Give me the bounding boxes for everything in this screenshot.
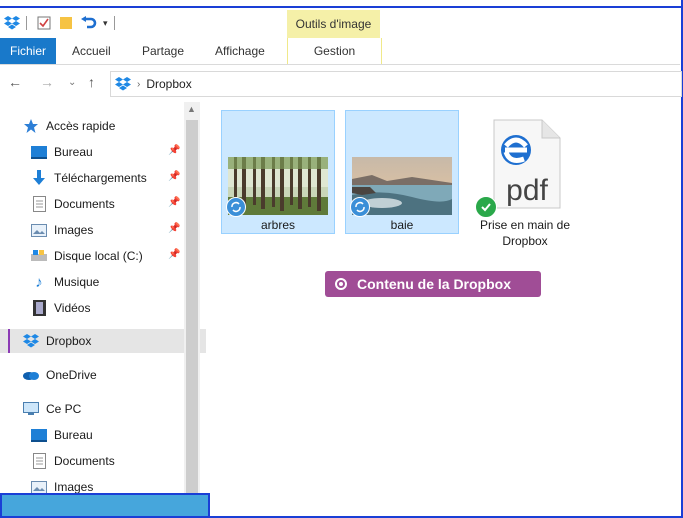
taskbar-strip — [0, 493, 210, 518]
nav-item-label: Images — [54, 223, 94, 237]
back-arrow-icon[interactable]: ← — [8, 74, 22, 90]
nav-item-videos[interactable]: Vidéos — [0, 296, 214, 320]
tab-affichage[interactable]: Affichage — [215, 38, 265, 64]
tab-fichier[interactable]: Fichier — [0, 38, 56, 64]
pc-icon — [22, 401, 40, 417]
tab-accueil[interactable]: Accueil — [72, 38, 111, 64]
file-name: arbres — [260, 218, 295, 232]
nav-item-label: Documents — [54, 454, 115, 468]
address-bar[interactable]: › Dropbox — [110, 71, 682, 97]
pin-icon[interactable]: 📌 — [168, 145, 180, 156]
dropbox-content-label: Contenu de la Dropbox — [325, 271, 541, 297]
file-list: arbres baie pdf Prise en main de Dropbox — [204, 102, 680, 518]
address-row: ← → ⌄ ↑ › Dropbox — [0, 70, 682, 97]
star-icon — [22, 118, 40, 134]
nav-item-bureau-pc[interactable]: Bureau — [0, 423, 214, 447]
ribbon-tabs: Fichier Accueil Partage Affichage Gestio… — [0, 38, 680, 65]
nav-item-telechargements[interactable]: Téléchargements 📌 — [0, 166, 214, 190]
onedrive-icon — [22, 367, 40, 383]
customize-toolbar-icon[interactable]: ▾ — [103, 15, 108, 31]
recent-locations-chevron-icon[interactable]: ⌄ — [68, 77, 76, 88]
desktop-icon — [30, 144, 48, 160]
breadcrumb-chevron-icon[interactable]: › — [137, 79, 140, 90]
pin-icon[interactable]: 📌 — [168, 197, 180, 208]
navigation-pane: Accès rapide Bureau 📌 Téléchargements 📌 … — [0, 102, 206, 518]
pin-icon[interactable]: 📌 — [168, 223, 180, 234]
video-icon — [30, 300, 48, 316]
file-name: baie — [390, 218, 414, 232]
nav-item-label: Dropbox — [46, 334, 92, 348]
sync-status-icon — [350, 197, 370, 217]
nav-item-label: Musique — [54, 275, 100, 289]
dropbox-icon — [115, 76, 131, 92]
nav-item-documents-pc[interactable]: Documents — [0, 449, 214, 473]
pdf-file-icon: pdf — [493, 119, 561, 209]
nav-item-label: OneDrive — [46, 368, 97, 382]
nav-item-dropbox[interactable]: Dropbox — [0, 329, 206, 353]
nav-scrollbar[interactable]: ▲ — [184, 102, 200, 518]
nav-item-label: Téléchargements — [54, 171, 147, 185]
nav-item-onedrive[interactable]: OneDrive — [0, 363, 206, 387]
file-item-baie[interactable]: baie — [345, 110, 459, 234]
nav-item-images[interactable]: Images 📌 — [0, 218, 214, 242]
toolbar-separator — [26, 16, 27, 30]
nav-item-bureau[interactable]: Bureau 📌 — [0, 140, 214, 164]
dropbox-icon — [22, 333, 40, 349]
nav-item-ce-pc[interactable]: Ce PC — [0, 397, 206, 421]
pin-icon[interactable]: 📌 — [168, 171, 180, 182]
scroll-up-arrow-icon[interactable]: ▲ — [187, 104, 196, 114]
nav-item-label: Vidéos — [54, 301, 91, 315]
svg-text:pdf: pdf — [506, 174, 548, 207]
images-icon — [30, 222, 48, 238]
tab-partage[interactable]: Partage — [142, 38, 184, 64]
file-item-prise-en-main[interactable]: pdf Prise en main de Dropbox — [468, 110, 582, 250]
dropbox-icon — [4, 15, 20, 31]
pin-icon[interactable]: 📌 — [168, 249, 180, 260]
breadcrumb[interactable]: Dropbox — [146, 77, 191, 91]
nav-item-disque-local[interactable]: Disque local (C:) 📌 — [0, 244, 214, 268]
tab-gestion[interactable]: Gestion — [287, 38, 382, 64]
music-icon: ♪ — [35, 273, 43, 291]
download-icon — [30, 170, 48, 186]
synced-check-icon — [475, 196, 497, 218]
nav-item-label: Images — [54, 480, 94, 494]
undo-icon[interactable] — [81, 15, 97, 31]
nav-item-label: Disque local (C:) — [54, 249, 143, 263]
document-icon — [30, 196, 48, 212]
nav-item-musique[interactable]: ♪ Musique — [0, 270, 214, 294]
nav-item-documents[interactable]: Documents 📌 — [0, 192, 214, 216]
contextual-tab-group: Outils d'image — [287, 10, 380, 38]
nav-item-label: Bureau — [54, 145, 93, 159]
nav-item-acces-rapide[interactable]: Accès rapide — [0, 114, 206, 138]
desktop-icon — [30, 427, 48, 443]
target-icon — [335, 278, 347, 290]
toolbar-separator — [113, 16, 115, 30]
nav-item-label: Documents — [54, 197, 115, 211]
nav-item-label: Ce PC — [46, 402, 82, 416]
up-arrow-icon[interactable]: ↑ — [88, 74, 95, 90]
sync-status-icon — [226, 197, 246, 217]
scrollbar-thumb[interactable] — [186, 120, 198, 500]
nav-item-label: Accès rapide — [46, 119, 116, 133]
file-item-arbres[interactable]: arbres — [221, 110, 335, 234]
forward-arrow-icon[interactable]: → — [40, 74, 54, 90]
drive-icon — [30, 248, 48, 264]
properties-icon[interactable] — [37, 15, 51, 31]
dropbox-content-label-text: Contenu de la Dropbox — [357, 276, 511, 292]
new-folder-icon[interactable] — [59, 15, 73, 31]
nav-item-label: Bureau — [54, 428, 93, 442]
file-name: Prise en main de Dropbox — [479, 218, 571, 248]
document-icon — [30, 453, 48, 469]
